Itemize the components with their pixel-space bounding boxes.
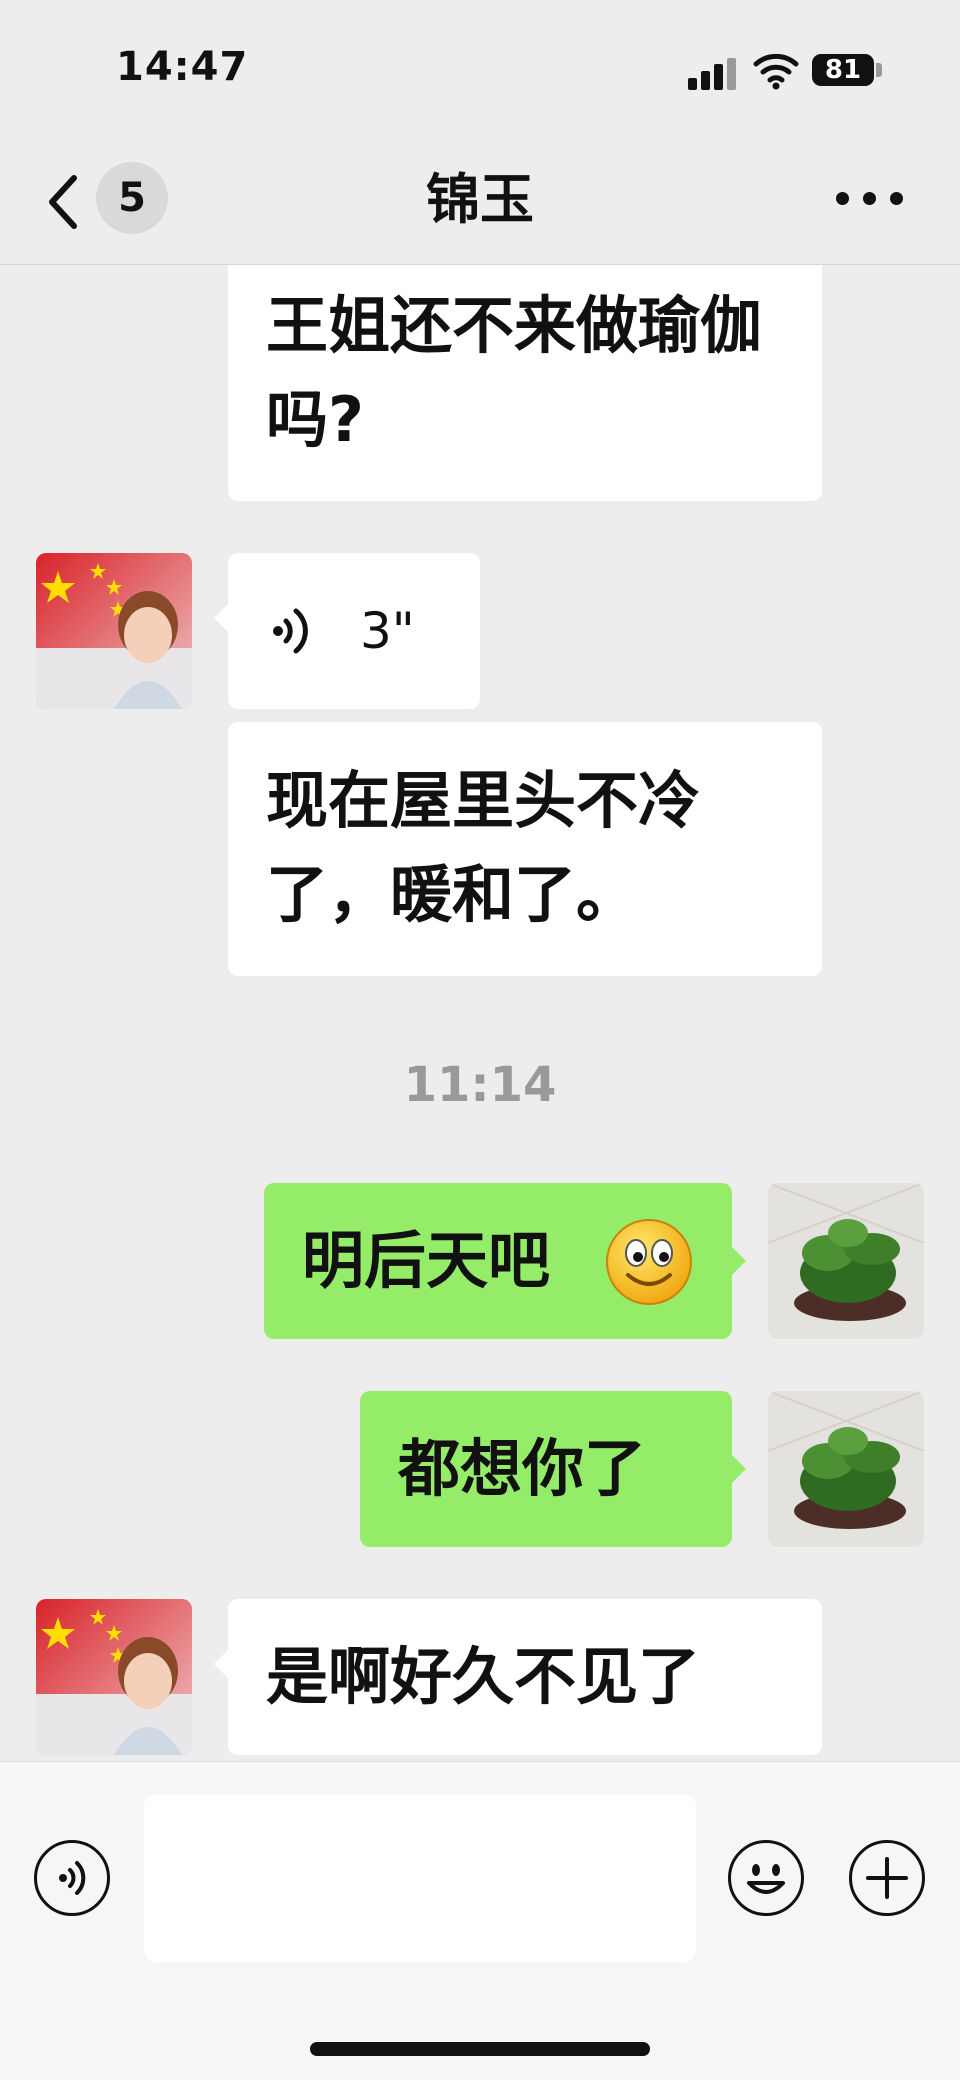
chat-header: 锦玉 5 xyxy=(0,140,960,265)
incoming-message-bubble[interactable]: 现在屋里头不冷了，暖和了。 xyxy=(228,722,822,976)
message-list[interactable]: 王姐还不来做瑜伽吗? 3" 现在屋里头不冷了，暖和了。 11:14 明后天吧 都… xyxy=(0,265,960,1761)
plus-icon xyxy=(866,1857,908,1899)
cellular-signal-icon xyxy=(688,56,740,90)
status-time: 14:47 xyxy=(116,44,249,90)
battery-level: 81 xyxy=(824,55,862,85)
wifi-icon xyxy=(753,53,799,90)
message-text: 明后天吧 xyxy=(302,1224,551,1297)
smile-emoji xyxy=(606,1219,692,1305)
battery-icon: 81 xyxy=(812,54,874,86)
incoming-message-bubble[interactable]: 王姐还不来做瑜伽吗? xyxy=(228,265,822,501)
add-button[interactable] xyxy=(849,1840,925,1916)
status-bar: 14:47 81 xyxy=(0,0,960,140)
emoji-button[interactable] xyxy=(728,1840,804,1916)
message-input[interactable] xyxy=(144,1794,696,1962)
bubble-tail xyxy=(214,604,228,632)
bubble-tail xyxy=(732,1455,746,1483)
contact-avatar-image xyxy=(36,553,192,709)
my-avatar-image xyxy=(768,1391,924,1547)
bubble-tail xyxy=(214,1650,228,1678)
bubble-tail xyxy=(732,1247,746,1275)
contact-avatar[interactable] xyxy=(36,553,192,709)
voice-input-button[interactable] xyxy=(34,1840,110,1916)
message-text: 是啊好久不见了 xyxy=(266,1640,701,1713)
unread-count-badge[interactable]: 5 xyxy=(96,162,168,234)
voice-wave-icon xyxy=(273,608,308,654)
message-text: 都想你了 xyxy=(398,1432,647,1505)
battery-tip xyxy=(876,63,882,77)
back-chevron-icon[interactable] xyxy=(44,170,84,234)
my-avatar-image xyxy=(768,1183,924,1339)
contact-avatar[interactable] xyxy=(36,1599,192,1755)
my-avatar[interactable] xyxy=(768,1391,924,1547)
voice-input-icon xyxy=(59,1861,86,1895)
more-options-icon[interactable] xyxy=(836,188,904,208)
voice-message-bubble[interactable]: 3" xyxy=(228,553,480,709)
contact-avatar-image xyxy=(36,1599,192,1755)
message-timestamp: 11:14 xyxy=(403,1057,557,1113)
my-avatar[interactable] xyxy=(768,1183,924,1339)
emoji-icon xyxy=(747,1864,785,1894)
incoming-message-bubble[interactable]: 是啊好久不见了 xyxy=(228,1599,822,1755)
home-indicator[interactable] xyxy=(310,2042,650,2056)
message-text: 现在屋里头不冷了，暖和了。 xyxy=(266,764,701,931)
message-text: 王姐还不来做瑜伽吗? xyxy=(266,289,763,456)
input-bar xyxy=(0,1761,960,2080)
voice-duration: 3" xyxy=(360,602,415,660)
outgoing-message-bubble[interactable]: 都想你了 xyxy=(360,1391,732,1547)
outgoing-message-bubble[interactable]: 明后天吧 xyxy=(264,1183,732,1339)
